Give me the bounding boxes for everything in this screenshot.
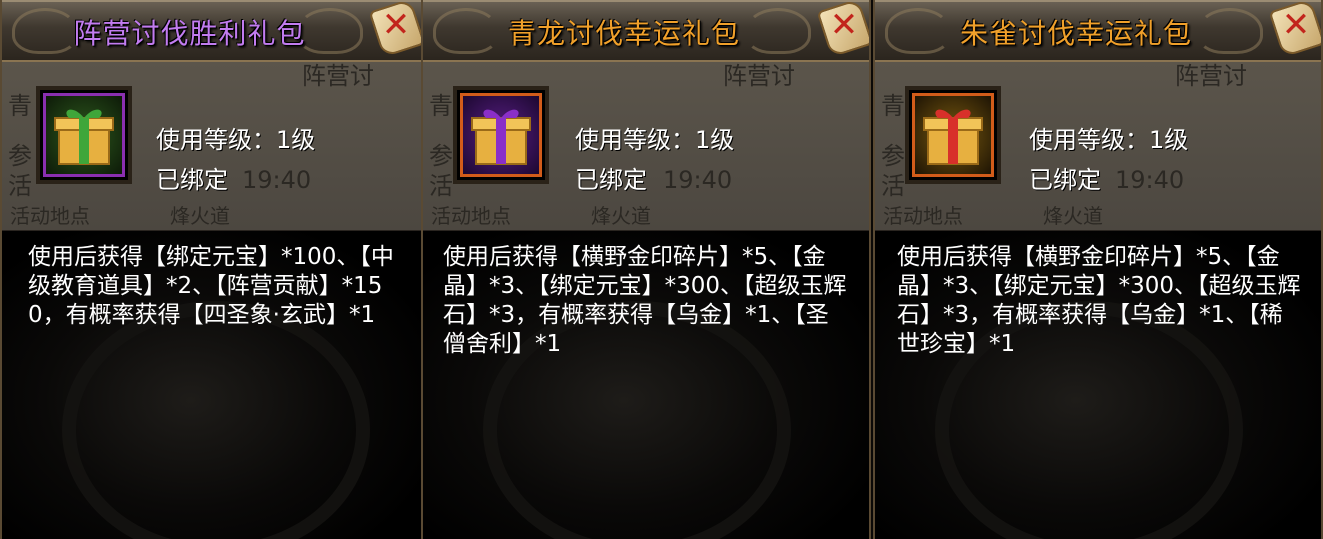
background-text: 活 xyxy=(429,172,453,200)
bound-status: 已绑定 xyxy=(575,166,647,194)
item-icon-slot xyxy=(453,86,549,184)
tooltip-panel-camp-victory-pack: 阵营讨伐胜利礼包 ✕ 阵营讨 青 参 活 19:40 活动地点 烽火道 使用等级… xyxy=(0,0,423,539)
background-text: 阵营讨 xyxy=(1175,62,1247,90)
level-label: 使用等级： xyxy=(156,126,276,154)
background-text: 青 xyxy=(8,92,32,120)
background-text: 活 xyxy=(8,172,32,200)
background-text: 烽火道 xyxy=(1043,204,1103,228)
tooltip-panel-vermilion-bird-pack: 朱雀讨伐幸运礼包 ✕ 阵营讨 青 参 活 19:40 活动地点 烽火道 使用等级… xyxy=(873,0,1323,539)
item-info-section: 阵营讨 青 参 活 19:40 活动地点 烽火道 使用等级：1级 已绑定 xyxy=(875,62,1321,230)
item-description: 使用后获得【横野金印碎片】*5、【金晶】*3、【绑定元宝】*300、【超级玉辉石… xyxy=(443,244,847,357)
tooltip-titlebar: 阵营讨伐胜利礼包 ✕ xyxy=(2,0,421,62)
gift-box-purple-ribbon-icon xyxy=(460,93,542,177)
level-label: 使用等级： xyxy=(575,126,695,154)
description-box: 使用后获得【横野金印碎片】*5、【金晶】*3、【绑定元宝】*300、【超级玉辉石… xyxy=(423,230,869,539)
level-requirement: 使用等级：1级 xyxy=(156,120,315,155)
tooltip-panel-azure-dragon-pack: 青龙讨伐幸运礼包 ✕ 阵营讨 青 参 活 19:40 活动地点 烽火道 使用等级… xyxy=(421,0,871,539)
item-description: 使用后获得【绑定元宝】*100、【中级教育道具】*2、【阵营贡献】*150，有概… xyxy=(28,244,394,328)
background-text: 活动地点 xyxy=(431,204,511,228)
description-box: 使用后获得【横野金印碎片】*5、【金晶】*3、【绑定元宝】*300、【超级玉辉石… xyxy=(875,230,1321,539)
gift-box-green-ribbon-icon xyxy=(43,93,125,177)
background-text: 阵营讨 xyxy=(723,62,795,90)
background-text: 青 xyxy=(429,92,453,120)
background-text: 活动地点 xyxy=(10,204,90,228)
item-icon-slot xyxy=(905,86,1001,184)
bound-status: 已绑定 xyxy=(156,166,228,194)
dragon-watermark-icon xyxy=(62,301,370,539)
tooltip-titlebar: 青龙讨伐幸运礼包 ✕ xyxy=(423,0,869,62)
description-box: 使用后获得【绑定元宝】*100、【中级教育道具】*2、【阵营贡献】*150，有概… xyxy=(2,230,421,539)
background-text: 19:40 xyxy=(663,166,733,194)
item-title: 阵营讨伐胜利礼包 xyxy=(73,17,306,50)
item-title: 朱雀讨伐幸运礼包 xyxy=(959,17,1192,50)
background-text: 阵营讨 xyxy=(302,62,374,90)
bound-status: 已绑定 xyxy=(1029,166,1101,194)
tooltip-titlebar: 朱雀讨伐幸运礼包 ✕ xyxy=(875,0,1321,62)
item-info-section: 阵营讨 青 参 活 19:40 活动地点 烽火道 使用等级：1级 已绑定 xyxy=(423,62,869,230)
background-text: 19:40 xyxy=(242,166,312,194)
item-description: 使用后获得【横野金印碎片】*5、【金晶】*3、【绑定元宝】*300、【超级玉辉石… xyxy=(897,244,1301,357)
close-button[interactable]: ✕ xyxy=(368,0,421,58)
level-value: 1级 xyxy=(1149,126,1189,154)
close-icon: ✕ xyxy=(1281,5,1311,45)
background-text: 青 xyxy=(881,92,905,120)
item-icon-slot xyxy=(36,86,132,184)
level-requirement: 使用等级：1级 xyxy=(575,120,734,155)
close-button[interactable]: ✕ xyxy=(816,0,869,58)
close-button[interactable]: ✕ xyxy=(1268,0,1321,58)
level-value: 1级 xyxy=(276,126,316,154)
close-icon: ✕ xyxy=(829,5,859,45)
item-info-section: 阵营讨 青 参 活 19:40 活动地点 烽火道 使用等级：1级 已绑定 xyxy=(2,62,421,230)
level-requirement: 使用等级：1级 xyxy=(1029,120,1188,155)
gift-box-red-ribbon-icon xyxy=(912,93,994,177)
close-icon: ✕ xyxy=(381,5,411,45)
level-label: 使用等级： xyxy=(1029,126,1149,154)
background-text: 烽火道 xyxy=(170,204,230,228)
item-title: 青龙讨伐幸运礼包 xyxy=(507,17,740,50)
background-text: 19:40 xyxy=(1115,166,1185,194)
background-text: 烽火道 xyxy=(591,204,651,228)
background-text: 活动地点 xyxy=(883,204,963,228)
background-text: 活 xyxy=(881,172,905,200)
level-value: 1级 xyxy=(695,126,735,154)
